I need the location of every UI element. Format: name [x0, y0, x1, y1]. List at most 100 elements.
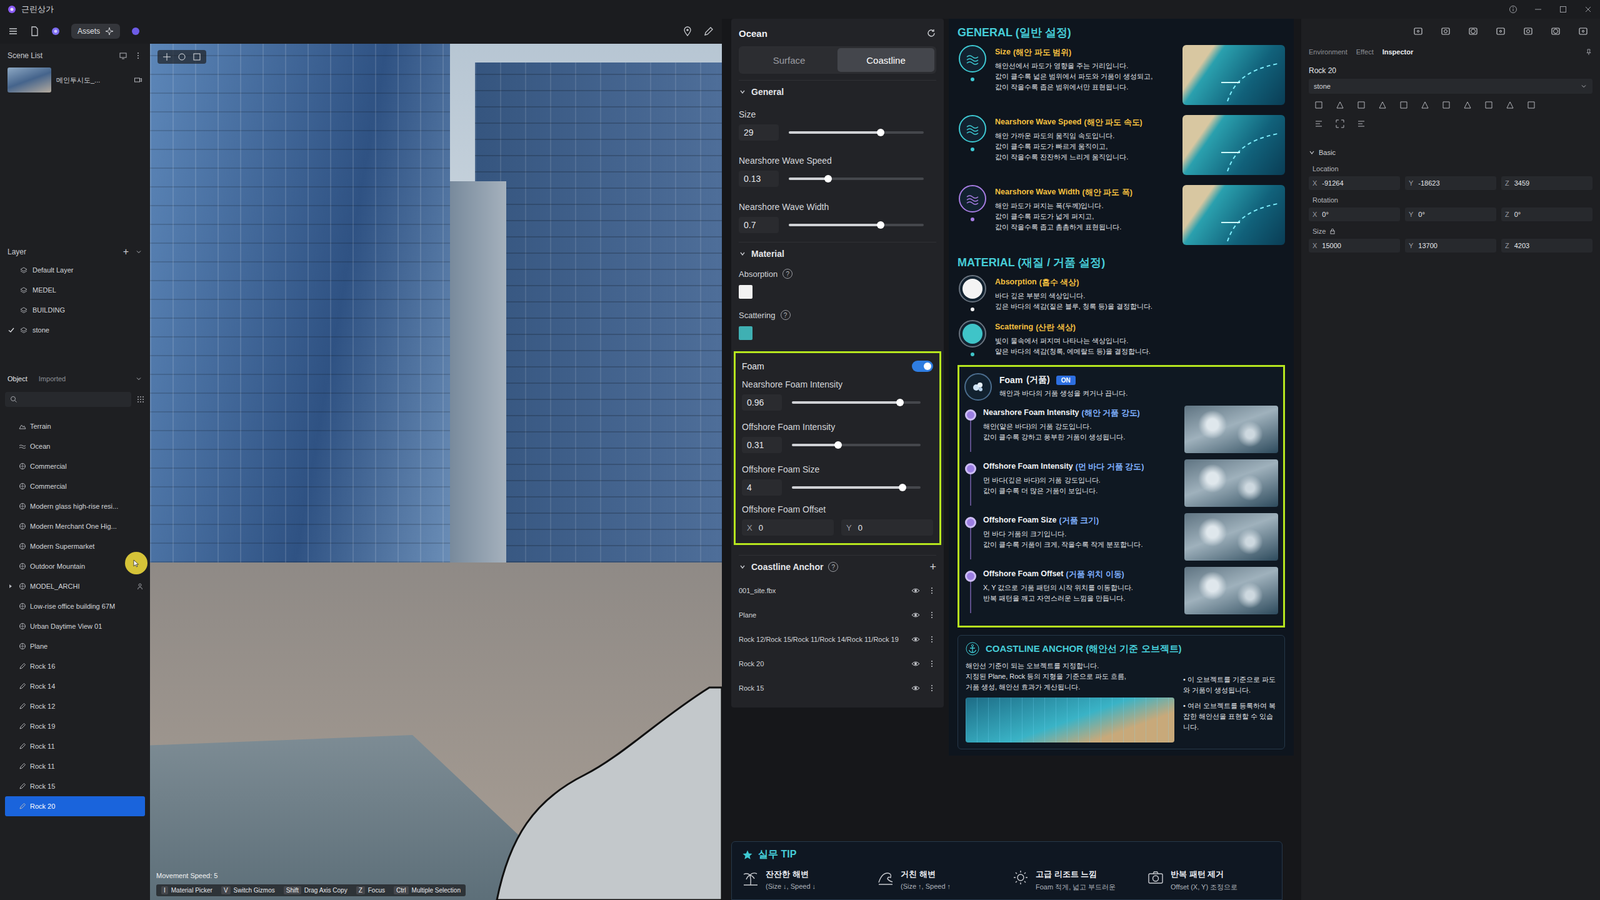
ocean-tab[interactable]: Coastline	[837, 48, 935, 72]
object-row[interactable]: Modern Merchant One Hig...	[5, 516, 145, 537]
slider-thumb[interactable]	[824, 175, 832, 183]
slider-value[interactable]: 0.96	[741, 394, 782, 411]
object-row[interactable]: Rock 11	[5, 736, 145, 757]
slider-thumb[interactable]	[896, 398, 904, 407]
property-field[interactable]: X 0°	[1308, 207, 1400, 222]
anchor-section-header[interactable]: Coastline Anchor ? +	[738, 555, 937, 579]
object-row[interactable]: Low-rise office building 67M	[5, 596, 145, 617]
maximize-icon[interactable]	[1558, 5, 1568, 14]
transform-tool-icon[interactable]	[1526, 100, 1537, 110]
object-row[interactable]: Modern glass high-rise resi...	[5, 496, 145, 517]
object-tab[interactable]: Imported	[38, 375, 66, 383]
object-row[interactable]: Outdoor Mountain	[5, 556, 145, 577]
property-field[interactable]: Y -18623	[1405, 176, 1497, 190]
transform-tool-icon[interactable]	[1313, 100, 1324, 110]
kebab-icon[interactable]	[927, 586, 937, 595]
slider-thumb[interactable]	[876, 221, 885, 229]
layer-check[interactable]	[7, 306, 15, 314]
eye-icon[interactable]	[911, 635, 920, 644]
slider-thumb[interactable]	[834, 441, 842, 449]
object-row[interactable]: Ocean	[5, 436, 145, 457]
tool-icon[interactable]	[1522, 25, 1534, 37]
anchor-row[interactable]: Rock 15	[738, 675, 937, 700]
slider-thumb[interactable]	[876, 128, 885, 137]
layer-row[interactable]: Default Layer	[5, 260, 145, 280]
slider-track[interactable]	[788, 223, 924, 227]
slider-value[interactable]: 0.7	[738, 216, 779, 234]
caret-down-icon[interactable]	[135, 248, 143, 256]
kebab-icon[interactable]	[927, 610, 937, 620]
property-field[interactable]: Z 0°	[1501, 207, 1593, 222]
offset-y-field[interactable]: Y0	[841, 519, 934, 536]
object-row[interactable]: Rock 15	[5, 776, 145, 797]
kebab-icon[interactable]	[133, 51, 143, 60]
move-icon[interactable]	[162, 52, 172, 62]
slider-track[interactable]	[791, 401, 921, 404]
camera-icon[interactable]	[133, 75, 143, 85]
slider-value[interactable]: 29	[738, 124, 779, 141]
help-badge[interactable]: ?	[780, 310, 791, 320]
object-row[interactable]: Rock 11	[5, 756, 145, 777]
layer-check[interactable]	[7, 266, 15, 274]
align-tool-icon[interactable]	[1356, 118, 1367, 129]
property-field[interactable]: X -91264	[1308, 176, 1400, 190]
object-row[interactable]: Plane	[5, 636, 145, 657]
color-swatch[interactable]	[738, 326, 753, 340]
inspector-tab[interactable]: Inspector	[1382, 48, 1414, 56]
menu-icon[interactable]	[7, 25, 19, 37]
info-icon[interactable]	[1508, 5, 1518, 14]
property-field[interactable]: Z 3459	[1501, 176, 1593, 190]
transform-tool-icon[interactable]	[1462, 100, 1473, 110]
eye-icon[interactable]	[911, 610, 920, 620]
object-tab[interactable]: Object	[7, 375, 28, 383]
anchor-row[interactable]: Plane	[738, 602, 937, 627]
align-tool-icon[interactable]	[1313, 118, 1324, 129]
object-row[interactable]: Rock 14	[5, 676, 145, 697]
material-dropdown[interactable]: stone	[1308, 78, 1593, 94]
object-row[interactable]: MODEL_ARCHI	[5, 576, 145, 597]
scene-item[interactable]: 메인투시도_...	[5, 63, 145, 97]
globe-icon[interactable]	[50, 25, 62, 37]
basic-section-header[interactable]: Basic	[1308, 145, 1593, 160]
slider-value[interactable]: 4	[741, 479, 782, 496]
slider-track[interactable]	[788, 131, 924, 134]
object-search[interactable]	[5, 391, 132, 407]
layer-check[interactable]	[7, 326, 15, 334]
transform-tool-icon[interactable]	[1398, 100, 1409, 110]
eye-icon[interactable]	[911, 659, 920, 669]
tool-icon[interactable]	[1577, 25, 1589, 37]
plugin-icon[interactable]	[130, 25, 142, 37]
help-badge[interactable]: ?	[782, 268, 793, 279]
transform-tool-icon[interactable]	[1505, 100, 1515, 110]
refresh-icon[interactable]	[926, 28, 937, 39]
layer-row[interactable]: stone	[5, 320, 145, 340]
lock-icon[interactable]	[1329, 228, 1336, 235]
add-anchor-button[interactable]: +	[929, 560, 937, 574]
slider-value[interactable]: 0.31	[741, 436, 782, 454]
transform-tool-icon[interactable]	[1377, 100, 1388, 110]
transform-tool-icon[interactable]	[1420, 100, 1430, 110]
help-badge[interactable]: ?	[828, 561, 839, 572]
object-row[interactable]: Terrain	[5, 416, 145, 437]
object-row[interactable]: Rock 19	[5, 716, 145, 737]
property-field[interactable]: Z 4203	[1501, 238, 1593, 253]
inspector-tab[interactable]: Environment	[1308, 48, 1348, 56]
property-field[interactable]: Y 0°	[1405, 207, 1497, 222]
pen-icon[interactable]	[703, 25, 715, 37]
expand-arrow-icon[interactable]	[7, 583, 14, 590]
slider-track[interactable]	[791, 486, 921, 489]
layer-check[interactable]	[7, 286, 15, 294]
minimize-icon[interactable]	[1533, 5, 1543, 14]
anchor-row[interactable]: Rock 20	[738, 651, 937, 676]
eye-icon[interactable]	[911, 586, 920, 595]
slider-thumb[interactable]	[898, 483, 907, 492]
layer-row[interactable]: BUILDING	[5, 300, 145, 320]
slider-track[interactable]	[791, 443, 921, 447]
inspector-tab[interactable]: Effect	[1356, 48, 1374, 56]
3d-viewport[interactable]: Movement Speed: 5 I Material PickerV Swi…	[150, 43, 722, 900]
tool-icon[interactable]	[1495, 25, 1507, 37]
tool-icon[interactable]	[1550, 25, 1562, 37]
foam-toggle[interactable]	[911, 360, 934, 372]
transform-tool-icon[interactable]	[1335, 100, 1345, 110]
kebab-icon[interactable]	[927, 683, 937, 693]
